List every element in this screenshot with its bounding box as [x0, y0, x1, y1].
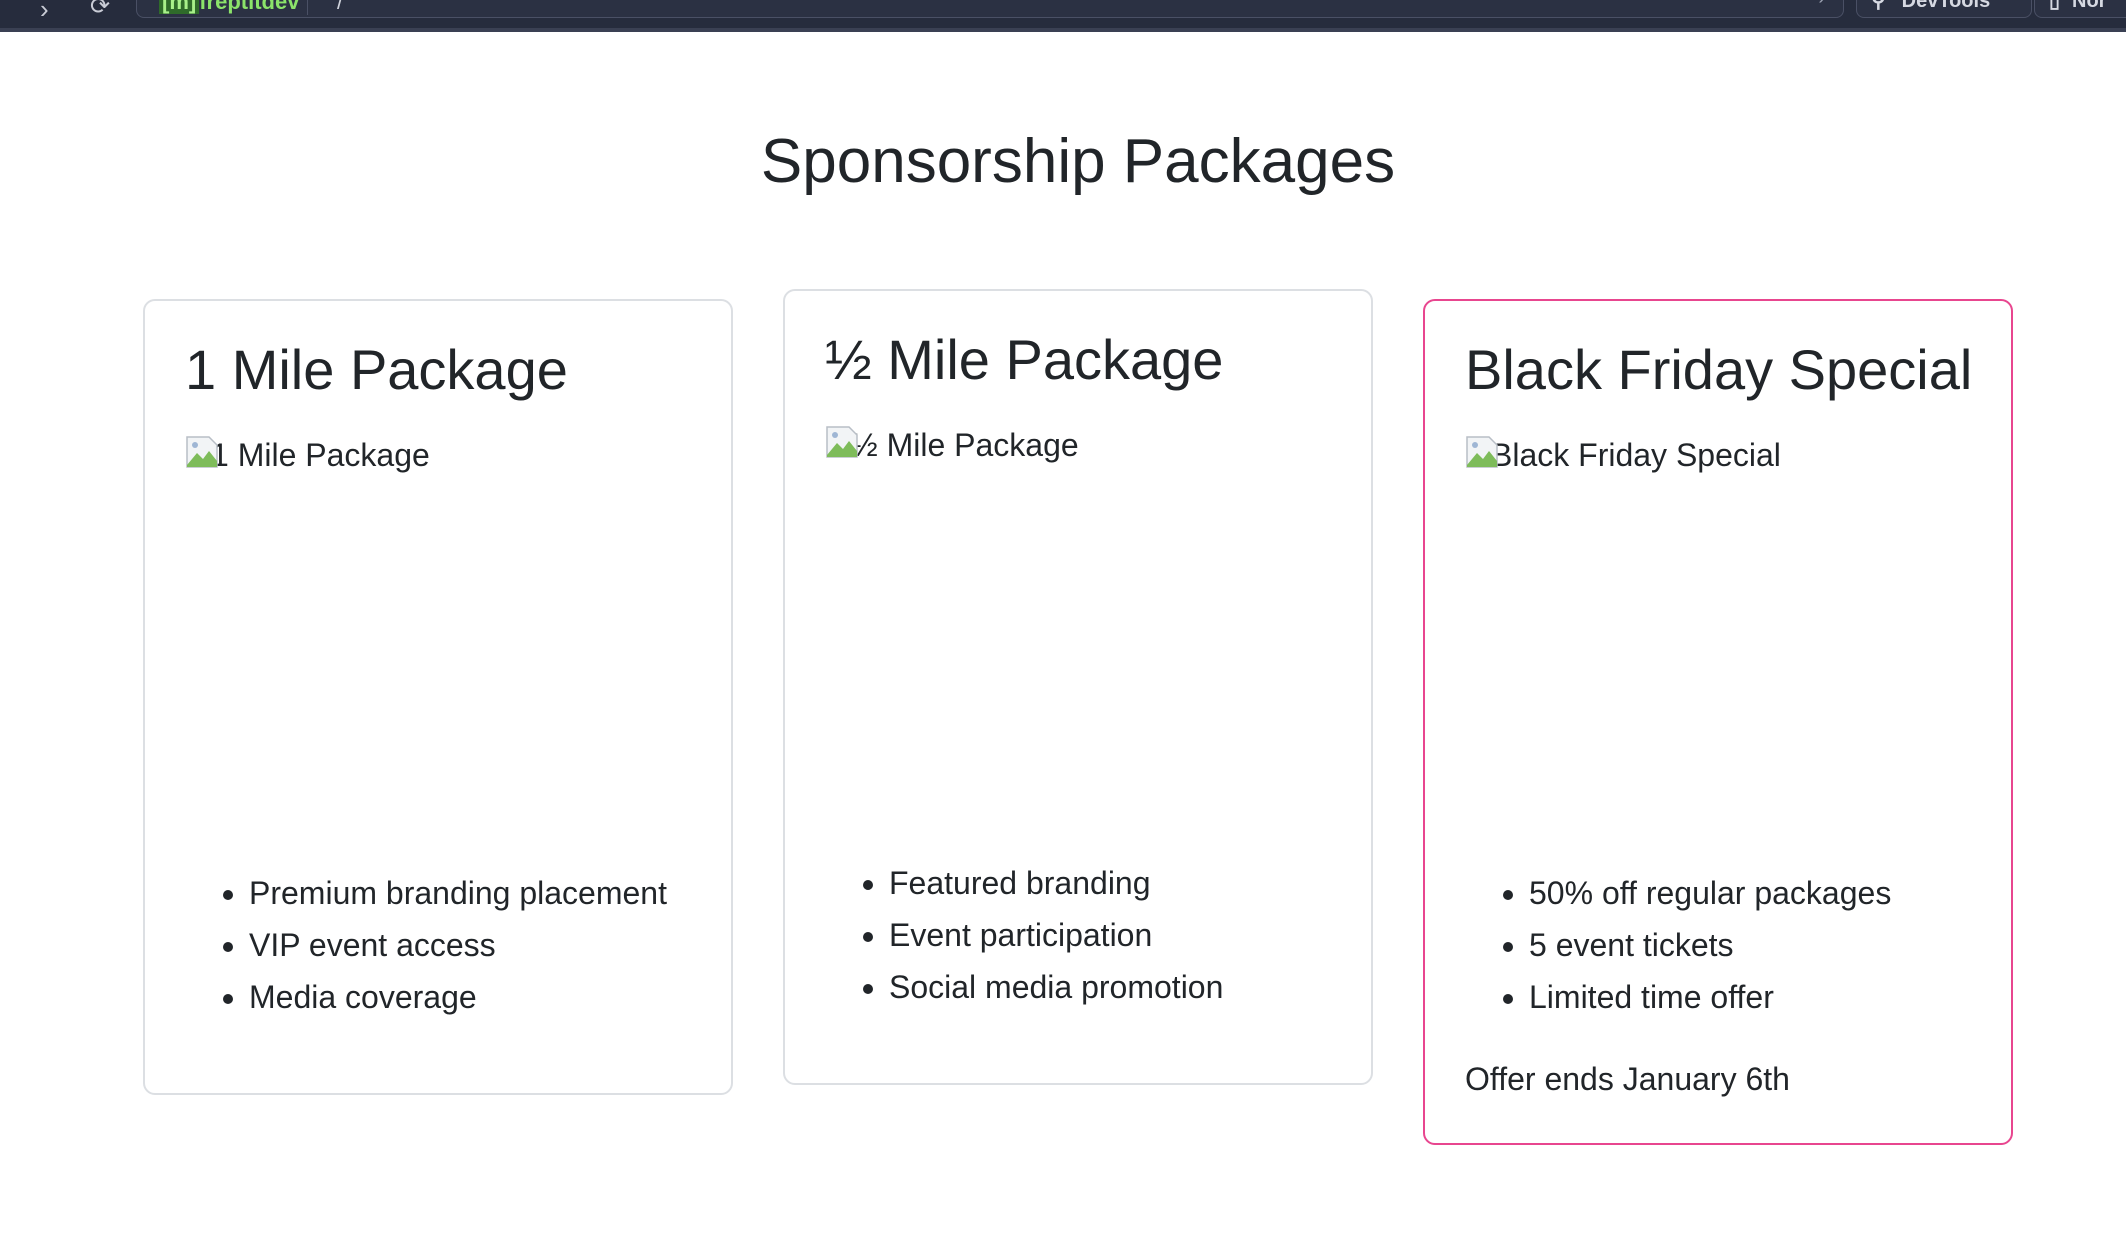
- feature-item: Event participation: [889, 909, 1223, 961]
- package-card-half-mile: ½ Mile Package ½ Mile Package Featured b…: [783, 289, 1373, 1085]
- address-arrow-icon[interactable]: ›: [1818, 0, 1825, 10]
- package-title: ½ Mile Package: [825, 328, 1224, 391]
- address-path: /: [337, 0, 344, 14]
- package-title: Black Friday Special: [1465, 338, 1973, 401]
- reload-icon[interactable]: ⟳: [90, 0, 110, 21]
- image-alt-text: 1 Mile Package: [211, 436, 430, 473]
- broken-image-icon: [186, 436, 218, 468]
- feature-item: Premium branding placement: [249, 867, 667, 919]
- devtools-button[interactable]: ⚲ DevTools: [1856, 0, 2032, 18]
- package-image: Black Friday Special: [1465, 436, 1781, 473]
- feature-list: 50% off regular packages 5 event tickets…: [1465, 867, 1891, 1023]
- feature-item: Social media promotion: [889, 961, 1223, 1013]
- feature-item: Media coverage: [249, 971, 667, 1023]
- pill-icon: ▯: [2049, 0, 2061, 12]
- devtools-label: DevTools: [1901, 0, 1991, 12]
- forward-icon[interactable]: ›: [40, 0, 49, 25]
- package-title: 1 Mile Package: [185, 338, 568, 401]
- browser-toolbar: › ⟳ [m]freptitdev / › ⚲ DevTools ▯ Nor: [0, 0, 2126, 32]
- package-card-black-friday: Black Friday Special Black Friday Specia…: [1423, 299, 2013, 1145]
- package-card-1-mile: 1 Mile Package 1 Mile Package Premium br…: [143, 299, 733, 1095]
- broken-image-icon: [826, 426, 858, 458]
- address-site-label: [m] freptitdev: [151, 0, 309, 15]
- feature-item: VIP event access: [249, 919, 667, 971]
- broken-image-icon: [1466, 436, 1498, 468]
- offer-expiry-note: Offer ends January 6th: [1465, 1061, 1790, 1097]
- feature-item: Limited time offer: [1529, 971, 1891, 1023]
- address-bar[interactable]: [m]freptitdev / ›: [136, 0, 1844, 18]
- address-domain: freptitdev: [199, 0, 300, 14]
- feature-item: 50% off regular packages: [1529, 867, 1891, 919]
- pill-label: Nor: [2072, 0, 2107, 12]
- page-title: Sponsorship Packages: [760, 127, 1396, 196]
- image-alt-text: ½ Mile Package: [851, 426, 1079, 463]
- package-image: 1 Mile Package: [185, 436, 430, 473]
- feature-item: Featured branding: [889, 857, 1223, 909]
- package-image: ½ Mile Package: [825, 426, 1079, 463]
- devtools-icon: ⚲: [1871, 0, 1886, 12]
- address-tag: [m]: [159, 0, 200, 14]
- feature-list: Featured branding Event participation So…: [825, 857, 1223, 1013]
- feature-list: Premium branding placement VIP event acc…: [185, 867, 667, 1023]
- image-alt-text: Black Friday Special: [1491, 436, 1781, 473]
- toolbar-pill-button[interactable]: ▯ Nor: [2034, 0, 2126, 18]
- feature-item: 5 event tickets: [1529, 919, 1891, 971]
